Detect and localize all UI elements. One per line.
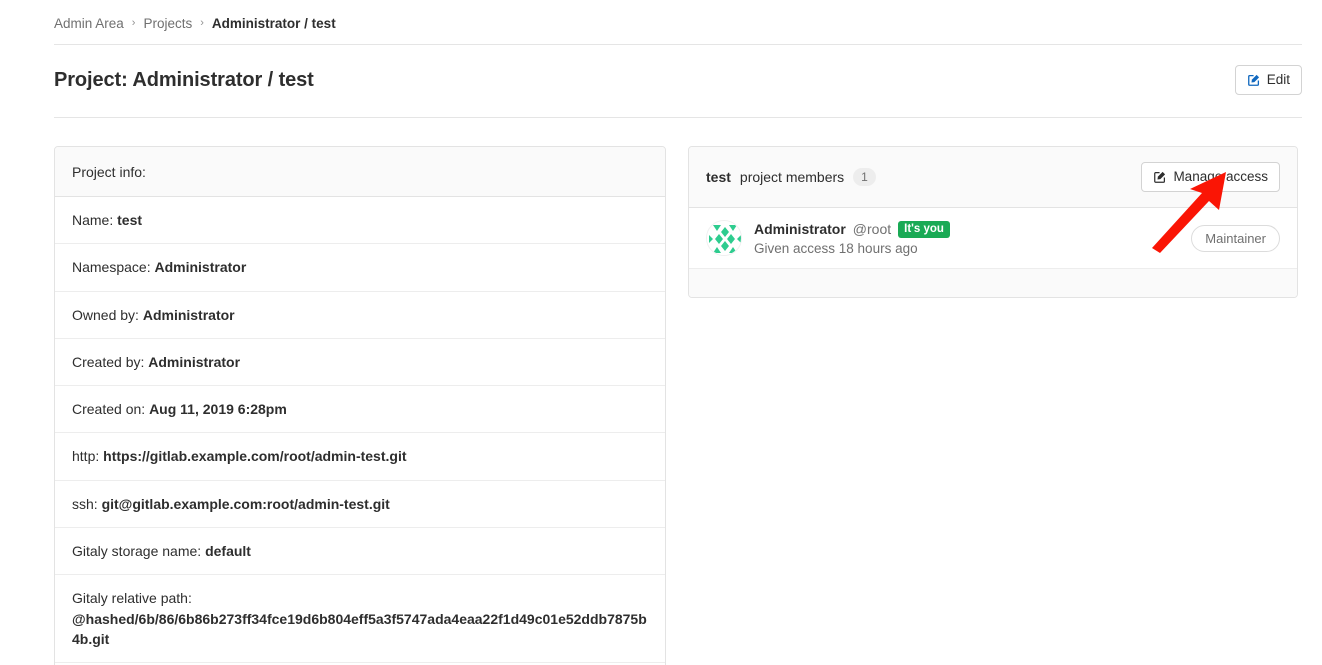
- members-panel-footer: [689, 269, 1297, 297]
- edit-button[interactable]: Edit: [1234, 65, 1302, 95]
- breadcrumb-item-projects[interactable]: Projects: [143, 16, 192, 31]
- its-you-badge: It's you: [898, 220, 950, 238]
- members-title-project: test: [706, 169, 731, 185]
- breadcrumb-item-admin-area[interactable]: Admin Area: [54, 16, 124, 31]
- breadcrumb-separator-icon: ›: [200, 16, 204, 29]
- info-label: Gitaly relative path:: [72, 590, 192, 607]
- info-label: Gitaly storage name:: [72, 543, 202, 560]
- project-info-title: Project info:: [72, 163, 146, 180]
- info-label: Created by:: [72, 353, 145, 370]
- member-list-item[interactable]: Administrator @root It's you Given acces…: [689, 208, 1297, 269]
- info-label: Namespace:: [72, 259, 151, 276]
- member-role-badge: Maintainer: [1191, 224, 1280, 252]
- info-row-created-on: Created on: Aug 11, 2019 6:28pm: [55, 386, 665, 434]
- members-count-badge: 1: [853, 168, 876, 186]
- members-title-text: project members: [739, 169, 845, 185]
- info-row-gitaly-storage-name: Gitaly storage name: default: [55, 528, 665, 576]
- breadcrumb-separator-icon: ›: [131, 16, 136, 29]
- identicon-avatar: [706, 220, 742, 256]
- project-members-column: test project members 1 Manage access Adm…: [688, 146, 1298, 298]
- edit-button-label: Edit: [1266, 72, 1290, 88]
- pencil-square-icon: [1247, 73, 1261, 87]
- pencil-square-icon: [1153, 170, 1167, 184]
- project-members-panel: test project members 1 Manage access Adm…: [688, 146, 1298, 298]
- breadcrumb-item-current: Administrator / test: [211, 16, 336, 31]
- member-details: Administrator @root It's you Given acces…: [754, 220, 1191, 256]
- project-members-header: test project members 1 Manage access: [689, 147, 1297, 208]
- info-value: Aug 11, 2019 6:28pm: [149, 401, 287, 418]
- info-row-ssh-url: ssh: git@gitlab.example.com:root/admin-t…: [55, 481, 665, 529]
- info-label: ssh:: [72, 495, 98, 512]
- admin-project-page: Admin Area › Projects › Administrator / …: [0, 0, 1322, 665]
- info-label: Created on:: [72, 401, 146, 418]
- project-members-title: test project members 1: [706, 168, 876, 186]
- info-row-name: Name: test: [55, 197, 665, 245]
- info-value: test: [117, 212, 143, 228]
- project-info-header: Project info:: [55, 147, 665, 197]
- member-handle: @root: [852, 221, 892, 238]
- info-label: Owned by:: [72, 306, 139, 323]
- content-columns: Project info: Name: test Namespace: Admi…: [54, 146, 1302, 665]
- page-header: Project: Administrator / test Edit: [54, 45, 1302, 118]
- member-access-text: Given access 18 hours ago: [754, 240, 918, 256]
- info-value: Administrator: [142, 306, 235, 323]
- info-row-gitaly-relative-path: Gitaly relative path: @hashed/6b/86/6b86…: [55, 575, 665, 664]
- info-value: git@gitlab.example.com:root/admin-test.g…: [101, 495, 390, 512]
- info-label: Name:: [72, 212, 114, 228]
- member-name: Administrator: [754, 221, 846, 238]
- info-value: @hashed/6b/86/6b86b273ff34fce19d6b804eff…: [72, 610, 647, 647]
- info-value: Administrator: [148, 353, 241, 370]
- info-row-created-by: Created by: Administrator: [55, 339, 665, 387]
- project-info-column: Project info: Name: test Namespace: Admi…: [54, 146, 666, 665]
- info-value: https://gitlab.example.com/root/admin-te…: [103, 448, 407, 465]
- page-title: Project: Administrator / test: [54, 68, 314, 91]
- member-identity: Administrator @root It's you: [754, 220, 1191, 239]
- breadcrumb: Admin Area › Projects › Administrator / …: [54, 0, 1302, 45]
- manage-access-button[interactable]: Manage access: [1141, 162, 1280, 192]
- project-info-panel: Project info: Name: test Namespace: Admi…: [54, 146, 666, 665]
- info-value: default: [205, 543, 251, 560]
- info-row-owned-by: Owned by: Administrator: [55, 292, 665, 339]
- info-row-http-url: http: https://gitlab.example.com/root/ad…: [55, 433, 665, 481]
- manage-access-label: Manage access: [1173, 169, 1268, 185]
- info-label: http:: [72, 448, 100, 465]
- info-row-namespace: Namespace: Administrator: [55, 244, 665, 292]
- info-value: Administrator: [154, 259, 247, 276]
